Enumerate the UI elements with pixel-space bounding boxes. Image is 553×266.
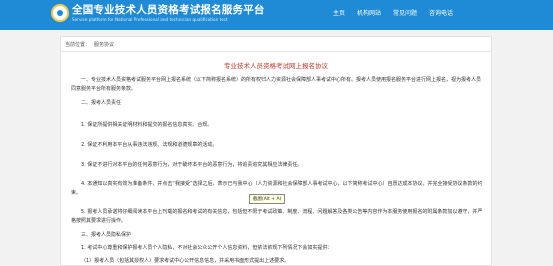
clause-3: 3. 保证不进行对本平台的任何恶意行为，对于破坏本平台的恶意行为，将追责追究其相…	[81, 162, 303, 168]
clause-1: 1. 保证所提供相关证明材料和提交的报名信息真实、合规。	[81, 122, 213, 128]
nav-hotline[interactable]: 咨询电话	[429, 8, 453, 17]
nav-faq[interactable]: 常见问题	[393, 8, 417, 17]
clause-2: 2. 保证不利用本平台从事违法违规、法规和道德规章的活动。	[81, 142, 218, 148]
paragraph-intro: 一、专业技术人员资格考试服务平台网上报名系统（以下简称报名系统）的所有权归人力资…	[71, 77, 482, 92]
breadcrumb: 当前位置： 服务协议	[65, 41, 114, 48]
site-subtitle: Service platform for National Profession…	[72, 17, 228, 22]
breadcrumb-label: 当前位置：	[65, 42, 91, 48]
privacy-clause-1: 1. 考试中心尊重和保护报考人员个人隐私，不对社会公众公开个人信息资料，但依法依…	[81, 245, 333, 251]
top-nav: 主页 机构网站 常见问题 咨询电话	[333, 8, 453, 17]
screenshot-tooltip: 截图(Alt + A)	[249, 194, 286, 204]
agreement-panel: 当前位置： 服务协议 专业技术人员资格考试网上报名协议 一、专业技术人员资格考试…	[60, 36, 492, 266]
agreement-title: 专业技术人员资格考试网上报名协议	[224, 62, 328, 70]
divider	[61, 51, 491, 52]
site-title: 全国专业技术人员资格考试报名服务平台	[72, 4, 265, 16]
section-heading-responsibility: 二、报考人员责任	[81, 100, 122, 106]
clause-5: 5. 报考人员承诺将仔细阅读本平台上刊载的报名和考试的有关信息，包括但不限于考试…	[71, 209, 483, 224]
logo-icon	[51, 4, 69, 22]
nav-institution-site[interactable]: 机构网站	[357, 8, 381, 17]
privacy-subclause-1: （1）报考人员（包括其授权人）要求考试中心公开信息信息，并采用书面形式提出上述要…	[81, 258, 290, 264]
header-bar: 全国专业技术人员资格考试报名服务平台 Service platform for …	[0, 0, 553, 30]
breadcrumb-current: 服务协议	[94, 42, 115, 48]
section-heading-privacy: 三、报考人员隐私保护	[81, 232, 132, 238]
nav-home[interactable]: 主页	[333, 8, 345, 17]
